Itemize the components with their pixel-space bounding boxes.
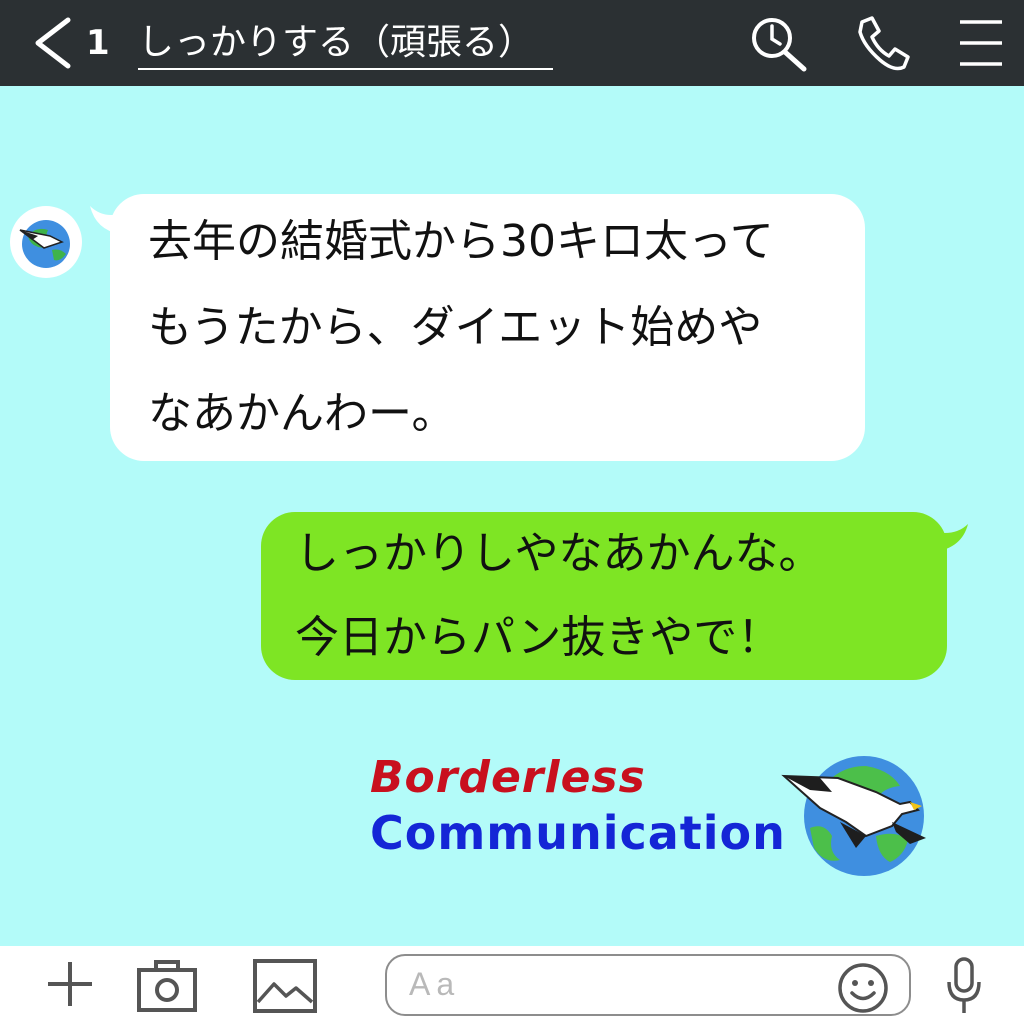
message-input[interactable]: Aa <box>385 954 911 1016</box>
chat-header: 1 しっかりする（頑張る） <box>0 0 1024 86</box>
camera-icon <box>137 960 197 1012</box>
search-icon <box>752 18 807 72</box>
message-line: なあかんわー。 <box>148 388 456 439</box>
unread-count: 1 <box>86 23 110 63</box>
voice-button[interactable] <box>944 956 984 1020</box>
call-button[interactable] <box>852 14 912 72</box>
image-button[interactable] <box>252 958 318 1018</box>
avatar[interactable] <box>10 206 82 278</box>
globe-bird-icon <box>19 220 70 268</box>
message-line: 去年の結婚式から30キロ太って <box>148 216 774 267</box>
menu-button[interactable] <box>952 14 1012 72</box>
input-bar: Aa <box>0 946 1024 1024</box>
brand-line-1: Borderless <box>370 752 646 803</box>
search-button[interactable] <box>748 14 808 72</box>
phone-icon <box>858 16 910 71</box>
incoming-message-bubble[interactable]: 去年の結婚式から30キロ太って もうたから、ダイエット始めや なあかんわー。 <box>110 194 865 461</box>
message-line: もうたから、ダイエット始めや <box>148 302 763 353</box>
add-button[interactable] <box>44 958 96 1014</box>
brand-line-2: Communication <box>370 806 786 860</box>
menu-icon <box>960 20 1002 66</box>
microphone-icon <box>947 957 981 1013</box>
chevron-left-icon <box>35 17 71 69</box>
camera-button[interactable] <box>136 958 198 1018</box>
input-placeholder: Aa <box>409 966 461 1002</box>
message-line: しっかりしやなあかんな。 <box>295 528 823 579</box>
plus-icon <box>48 962 92 1006</box>
image-icon <box>253 959 317 1013</box>
emoji-button[interactable] <box>837 962 889 1014</box>
back-button[interactable] <box>28 16 78 70</box>
emoji-icon <box>838 963 888 1013</box>
chat-title[interactable]: しっかりする（頑張る） <box>138 18 553 70</box>
outgoing-message-bubble[interactable]: しっかりしやなあかんな。 今日からパン抜きやで！ <box>261 512 947 680</box>
message-line: 今日からパン抜きやで！ <box>295 612 782 663</box>
globe-bird-logo <box>781 756 926 876</box>
